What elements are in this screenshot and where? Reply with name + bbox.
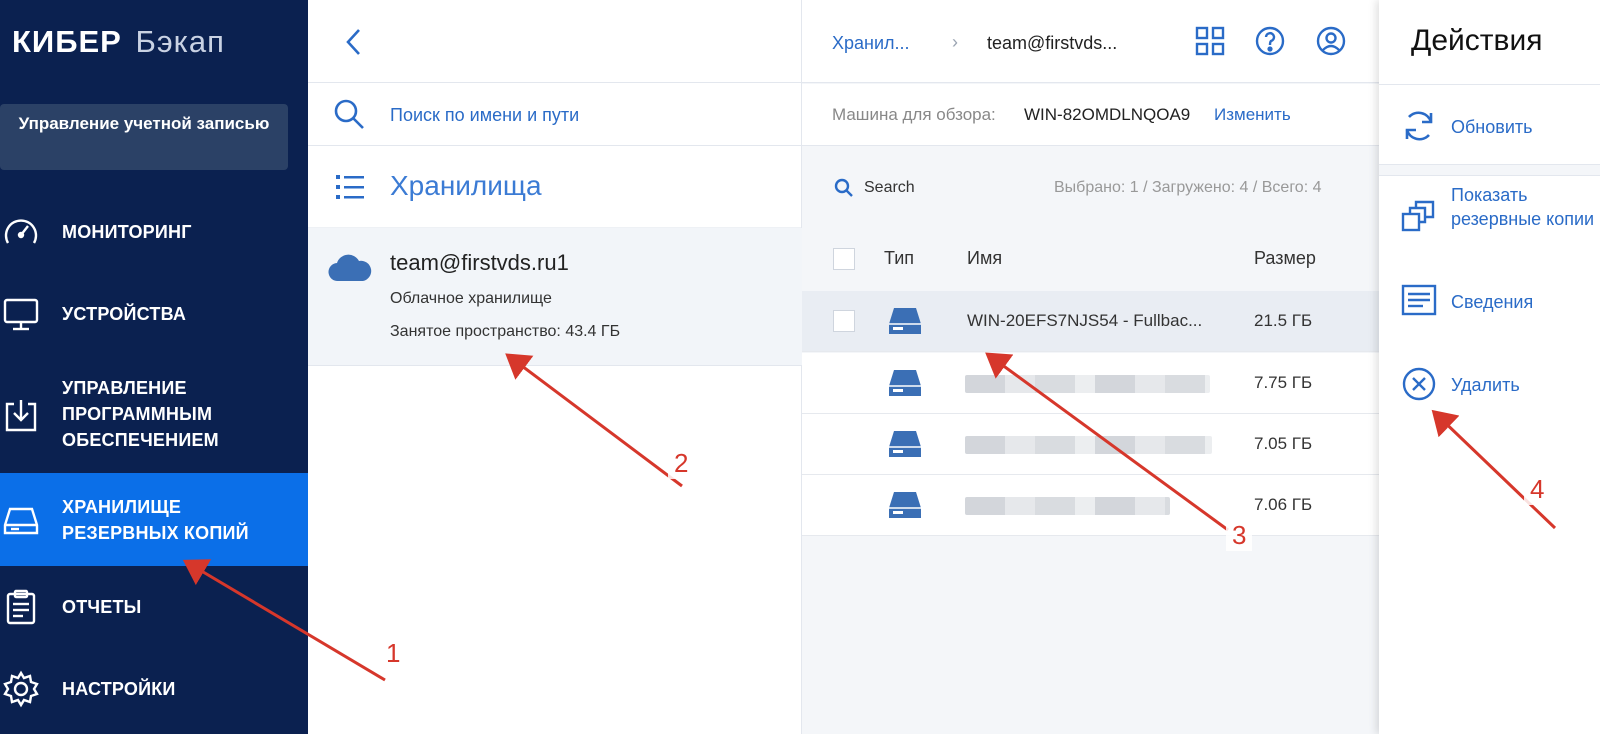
table-toolbar: Search Выбрано: 1 / Загружено: 4 / Всего… [802,146,1379,230]
details-icon [1401,284,1437,323]
table-row[interactable]: 7.05 ГБ [802,414,1379,475]
sidebar-item-label: УПРАВЛЕНИЕ ПРОГРАММНЫМ ОБЕСПЕЧЕНИЕМ [62,378,219,450]
sidebar-item-reports[interactable]: ОТЧЕТЫ [0,580,308,634]
row-size: 7.05 ГБ [1254,434,1313,453]
row-name-blurred [965,497,1170,515]
show-backups-button[interactable]: Показать резервные копии [1401,185,1594,258]
copies-icon [1401,200,1435,239]
sidebar-item-monitoring[interactable]: МОНИТОРИНГ [0,205,308,259]
search-icon[interactable] [834,178,854,203]
storage-type: Облачное хранилище [390,290,552,307]
sidebar-item-label: ОТЧЕТЫ [62,597,142,617]
selection-count: Выбрано: 1 / Загружено: 4 / Всего: 4 [1054,179,1322,196]
backups-panel: Хранил... › team@firstvds... Машина для … [802,0,1379,734]
sidebar: КИБЕР Бэкап Управление учетной записью М… [0,0,308,734]
annotation-number-1: 1 [380,638,407,669]
search-icon [332,97,366,136]
row-name-blurred [965,436,1212,454]
breadcrumb-separator: › [952,32,958,52]
cloud-icon [328,252,372,287]
row-name-blurred [965,375,1210,393]
user-account-icon[interactable] [1315,25,1347,57]
backup-drive-icon [888,429,922,464]
table-row[interactable]: 7.75 ГБ [802,353,1379,414]
sidebar-item-label: ХРАНИЛИЩЕ РЕЗЕРВНЫХ КОПИЙ [62,497,249,543]
breadcrumb-current: team@firstvds... [987,33,1118,53]
actions-panel: Действия Обновить Показать резервные коп… [1379,0,1600,734]
machine-label: Машина для обзора: [832,105,996,124]
action-label: Удалить [1451,375,1520,395]
select-all-checkbox[interactable] [833,248,855,270]
backup-drive-icon [888,490,922,525]
grid-icon[interactable] [1194,25,1226,57]
help-icon[interactable] [1254,25,1286,57]
actions-title: Действия [1411,24,1543,57]
machine-selector: Машина для обзора: WIN-82OMDLNQOA9 Измен… [802,84,1379,146]
software-download-icon [0,394,42,436]
details-button[interactable]: Сведения [1401,284,1591,320]
sidebar-item-label: УСТРОЙСТВА [62,304,187,324]
divider [1379,84,1600,85]
storage-item[interactable]: team@firstvds.ru1 Облачное хранилище Зан… [308,228,802,366]
logo: КИБЕР Бэкап [12,24,225,59]
column-size[interactable]: Размер [1254,248,1316,269]
storage-drive-icon [0,499,42,541]
row-size: 21.5 ГБ [1254,311,1313,330]
action-label: Показать резервные копии [1451,185,1595,229]
row-size: 7.75 ГБ [1254,373,1313,392]
action-label: Сведения [1451,292,1534,312]
refresh-button[interactable]: Обновить [1401,108,1591,144]
report-clipboard-icon [0,586,42,628]
storage-search[interactable]: Поиск по имени и пути [308,83,801,146]
sidebar-item-software[interactable]: УПРАВЛЕНИЕ ПРОГРАММНЫМ ОБЕСПЕЧЕНИЕМ [0,370,308,460]
row-size: 7.06 ГБ [1254,495,1313,514]
list-icon [336,173,364,206]
storage-space: Занятое пространство: 43.4 ГБ [390,323,621,340]
column-type[interactable]: Тип [884,248,914,269]
search-placeholder: Поиск по имени и пути [390,105,580,125]
sidebar-item-label: МОНИТОРИНГ [62,222,192,242]
refresh-icon [1401,108,1437,149]
sidebar-item-devices[interactable]: УСТРОЙСТВА [0,287,308,341]
table-row[interactable]: WIN-20EFS7NJS54 - Fullbac... 21.5 ГБ [802,291,1379,352]
sidebar-item-settings[interactable]: НАСТРОЙКИ [0,662,308,716]
annotation-number-4: 4 [1524,474,1551,505]
back-chevron-icon[interactable] [342,26,366,58]
change-machine-link[interactable]: Изменить [1214,105,1291,125]
storage-name: team@firstvds.ru1 [390,250,569,275]
action-label: Обновить [1451,117,1533,137]
backup-drive-icon [888,368,922,403]
divider [1379,164,1600,176]
speedometer-icon [0,211,42,253]
monitor-icon [0,293,42,335]
row-checkbox[interactable] [833,310,855,332]
delete-button[interactable]: Удалить [1401,366,1591,402]
storage-list-panel: Поиск по имени и пути Хранилища team@fir… [308,0,802,734]
table-header: Тип Имя Размер [802,230,1379,290]
table-row[interactable]: 7.06 ГБ [802,475,1379,536]
column-name[interactable]: Имя [967,248,1002,269]
panel-title: Хранилища [390,170,542,201]
delete-circle-icon [1401,366,1437,407]
backup-drive-icon [888,306,922,341]
sidebar-item-backup-storage[interactable]: ХРАНИЛИЩЕ РЕЗЕРВНЫХ КОПИЙ [0,473,308,566]
sidebar-item-label: НАСТРОЙКИ [62,679,176,699]
machine-value: WIN-82OMDLNQOA9 [1024,105,1191,124]
breadcrumb-storages[interactable]: Хранил... [832,33,910,54]
annotation-number-3: 3 [1226,520,1253,551]
gear-icon [0,668,42,710]
account-management-button[interactable]: Управление учетной записью [0,104,288,170]
row-name: WIN-20EFS7NJS54 - Fullbac... [967,311,1203,330]
search-button[interactable]: Search [864,179,915,197]
annotation-number-2: 2 [668,448,695,479]
